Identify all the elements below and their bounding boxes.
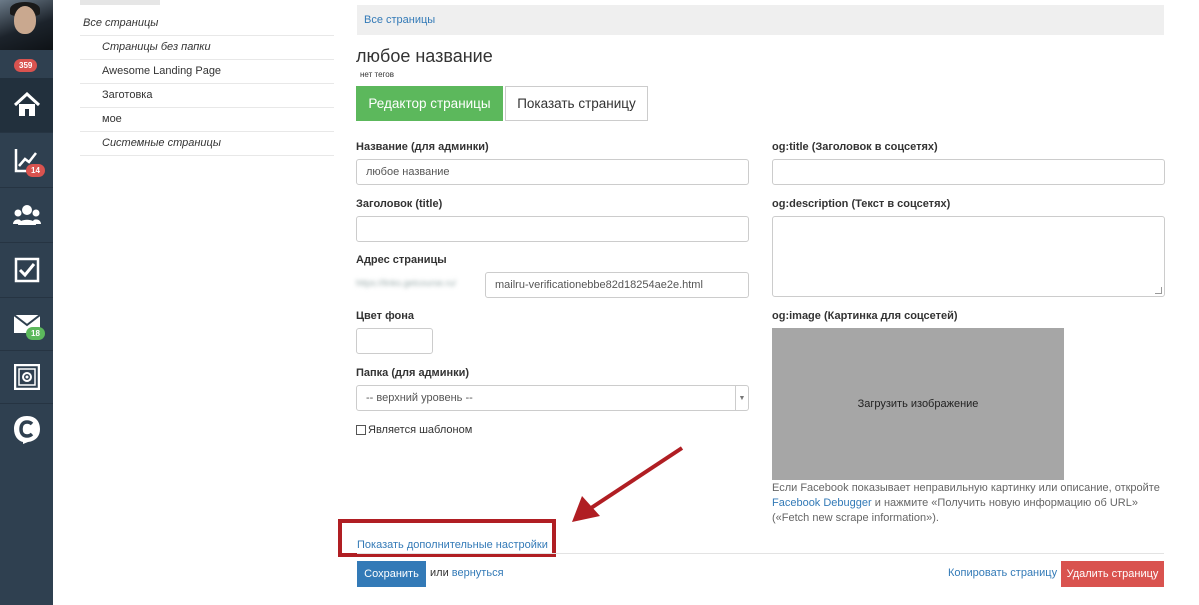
back-link[interactable]: вернуться	[452, 567, 504, 579]
template-checkbox-label: Является шаблоном	[368, 424, 473, 436]
og-title-input[interactable]	[772, 159, 1165, 185]
users-icon	[12, 205, 41, 225]
copy-page-link[interactable]: Копировать страницу	[948, 567, 1057, 579]
name-input-value: любое название	[366, 166, 450, 178]
address-label: Адрес страницы	[356, 254, 447, 266]
facebook-debugger-link[interactable]: Facebook Debugger	[772, 497, 872, 509]
folder-item[interactable]: мое	[80, 108, 334, 132]
highlight-box	[338, 519, 556, 557]
tab-strip	[80, 0, 160, 5]
analytics-badge: 14	[26, 164, 45, 177]
template-checkbox[interactable]	[356, 425, 366, 435]
folder-tree: Все страницы Страницы без папки Awesome …	[80, 12, 334, 156]
folder-all-pages[interactable]: Все страницы	[80, 12, 334, 36]
tags-label: нет тегов	[360, 70, 394, 79]
app-sidebar: 359 14 18	[0, 0, 53, 605]
bg-color-input[interactable]	[356, 328, 433, 354]
og-image-label: og:image (Картинка для соцсетей)	[772, 310, 958, 322]
messages-badge: 18	[26, 327, 45, 340]
home-icon	[13, 92, 40, 116]
show-page-button[interactable]: Показать страницу	[505, 86, 648, 121]
og-title-label: og:title (Заголовок в соцсетях)	[772, 141, 938, 153]
name-input[interactable]: любое название	[356, 159, 749, 185]
page-title: любое название	[356, 46, 493, 66]
name-label: Название (для админки)	[356, 141, 489, 153]
page-editor-button[interactable]: Редактор страницы	[356, 86, 503, 121]
sidebar-item-brand[interactable]	[0, 404, 53, 456]
settings-icon	[13, 364, 40, 390]
address-prefix: https://links.getcourse.ru/	[356, 278, 457, 288]
sidebar-item-users[interactable]	[0, 188, 53, 242]
resize-handle[interactable]	[1155, 287, 1162, 294]
or-back: или вернуться	[430, 567, 504, 579]
address-input-value: mailru-verificationebbe82d18254ae2e.html	[495, 279, 703, 291]
title-label: Заголовок (title)	[356, 198, 443, 210]
folder-item[interactable]: Страницы без папки	[80, 36, 334, 60]
folder-item[interactable]: Заготовка	[80, 84, 334, 108]
og-description-textarea[interactable]	[772, 216, 1165, 297]
delete-page-button[interactable]: Удалить страницу	[1061, 561, 1164, 587]
title-input[interactable]	[356, 216, 749, 242]
tasks-icon	[14, 257, 39, 283]
annotation-arrow	[572, 446, 684, 522]
folder-select[interactable]: -- верхний уровень -- ▼	[356, 385, 749, 411]
og-description-label: og:description (Текст в соцсетях)	[772, 198, 951, 210]
sidebar-item-tasks[interactable]	[0, 243, 53, 297]
facebook-note: Если Facebook показывает неправильную ка…	[772, 482, 1160, 524]
sidebar-item-analytics[interactable]	[0, 133, 53, 187]
folder-item[interactable]: Системные страницы	[80, 132, 334, 156]
bg-color-label: Цвет фона	[356, 310, 415, 322]
chevron-down-icon: ▼	[735, 386, 748, 410]
breadcrumb: Все страницы	[357, 5, 1164, 35]
sidebar-item-settings[interactable]	[0, 351, 53, 403]
logo-icon	[13, 416, 40, 444]
sidebar-item-home[interactable]	[0, 78, 53, 132]
footer-divider	[357, 553, 1164, 554]
sidebar-item-messages[interactable]	[0, 298, 53, 350]
upload-image-label: Загрузить изображение	[857, 398, 979, 410]
breadcrumb-link[interactable]: Все страницы	[357, 14, 435, 26]
upload-image-area[interactable]: Загрузить изображение	[772, 328, 1064, 480]
folder-select-value: -- верхний уровень --	[366, 392, 473, 404]
save-button[interactable]: Сохранить	[357, 561, 426, 587]
folder-label: Папка (для админки)	[356, 367, 470, 379]
user-avatar[interactable]	[0, 0, 53, 50]
folder-item[interactable]: Awesome Landing Page	[80, 60, 334, 84]
template-checkbox-row[interactable]: Является шаблоном	[356, 424, 472, 436]
profile-badge: 359	[14, 59, 38, 72]
address-input[interactable]: mailru-verificationebbe82d18254ae2e.html	[485, 272, 749, 298]
